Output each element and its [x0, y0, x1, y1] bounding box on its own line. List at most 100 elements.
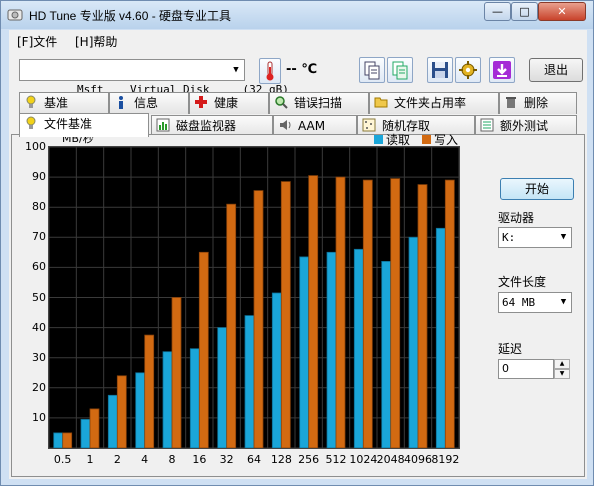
client-area: [F]文件 [H]帮助 Msft Virtual Disk (32 gB) ▼ … — [9, 30, 587, 479]
close-button[interactable]: ✕ — [538, 2, 586, 21]
tab-disk-monitor-label: 磁盘监视器 — [176, 119, 237, 133]
hdtune-app-icon — [7, 9, 23, 21]
bar-write — [308, 175, 319, 449]
bar-read — [189, 348, 200, 449]
y-tick-label: 100 — [25, 140, 46, 153]
speaker-icon — [280, 120, 291, 130]
bar-write — [444, 179, 455, 449]
x-tick-label: 128 — [270, 453, 292, 466]
drive-letter-dropdown[interactable]: K: ▼ — [498, 227, 572, 248]
bar-write — [280, 181, 291, 449]
save-button[interactable] — [427, 57, 453, 83]
maximize-button[interactable]: □ — [511, 2, 538, 21]
tab-health-label: 健康 — [214, 96, 239, 110]
delay-spinner: ▲ ▼ — [554, 359, 570, 379]
lightbulb-icon — [26, 95, 36, 108]
chevron-down-icon: ▼ — [233, 65, 239, 75]
bar-read — [135, 372, 146, 449]
bar-chart-icon — [156, 118, 170, 132]
bar-write — [226, 203, 237, 449]
bar-read — [299, 256, 310, 449]
copy-button[interactable] — [359, 57, 385, 83]
bar-read — [381, 261, 392, 449]
bar-write — [198, 251, 209, 449]
minimize-button[interactable]: — — [484, 2, 511, 21]
menu-file[interactable]: [F]文件 — [17, 33, 57, 50]
save-icon — [432, 62, 448, 78]
tab-info-label: 信息 — [134, 96, 159, 110]
legend-read-swatch — [374, 135, 383, 144]
x-tick-label: 2 — [113, 453, 121, 466]
drive-letter-value: K: — [502, 231, 516, 244]
tab-folder-usage-label: 文件夹占用率 — [394, 96, 467, 110]
exit-button[interactable]: 退出 — [529, 58, 583, 82]
temperature-button[interactable] — [259, 58, 281, 84]
x-tick-label: 2048 — [376, 453, 405, 466]
tab-erase[interactable]: 删除 — [499, 92, 577, 114]
spin-down-button[interactable]: ▼ — [554, 369, 570, 379]
tab-benchmark-label: 基准 — [44, 96, 69, 110]
bar-write — [417, 184, 428, 449]
window-title: HD Tune 专业版 v4.60 - 硬盘专业工具 — [29, 9, 232, 23]
bar-read — [326, 251, 337, 449]
legend-write-swatch — [422, 135, 431, 144]
bar-write — [144, 334, 155, 449]
tab-erase-label: 删除 — [524, 96, 549, 110]
drive-dropdown[interactable]: Msft Virtual Disk (32 gB) ▼ — [19, 59, 289, 96]
bar-read — [408, 236, 419, 449]
bar-read — [53, 432, 64, 449]
trash-icon — [506, 97, 516, 108]
y-tick-label: 90 — [32, 170, 46, 184]
x-tick-label: 512 — [325, 453, 347, 466]
menu-help[interactable]: [H]帮助 — [75, 33, 117, 50]
bar-write — [89, 408, 100, 449]
bar-read — [162, 351, 173, 449]
bar-read — [80, 418, 91, 449]
x-tick-label: 64 — [247, 453, 261, 466]
tab-benchmark[interactable]: 基准 — [19, 92, 109, 114]
bar-write — [253, 190, 264, 449]
copy-all-icon — [392, 61, 408, 80]
file-size-dropdown[interactable]: 64 MB ▼ — [498, 292, 572, 313]
bar-read — [107, 394, 118, 449]
drive-label: 驱动器 — [498, 211, 535, 225]
chevron-down-icon: ▼ — [560, 232, 567, 242]
x-tick-label: 8 — [168, 453, 176, 466]
bar-read — [271, 292, 282, 449]
bar-read — [244, 315, 255, 449]
copy-all-button[interactable] — [387, 57, 413, 83]
bar-write — [335, 176, 346, 449]
y-tick-label: 50 — [32, 290, 46, 304]
bar-chart-svg — [48, 146, 460, 449]
bar-write — [62, 432, 73, 449]
y-tick-label: 80 — [32, 200, 46, 214]
y-tick-label: 20 — [32, 380, 46, 394]
health-cross-icon — [195, 96, 207, 108]
folder-icon — [374, 97, 388, 108]
legend-write-label: 写入 — [434, 133, 459, 147]
x-tick-label: 8192 — [431, 453, 460, 466]
tab-file-benchmark[interactable]: 文件基准 — [19, 113, 149, 137]
x-tick-label: 1 — [86, 453, 94, 466]
delay-input[interactable]: 0 — [498, 359, 554, 379]
app-window: HD Tune 专业版 v4.60 - 硬盘专业工具 — □ ✕ [F]文件 [… — [0, 0, 594, 486]
spin-up-button[interactable]: ▲ — [554, 359, 570, 369]
bar-write — [390, 178, 401, 449]
y-tick-label: 40 — [32, 320, 46, 334]
download-icon — [493, 61, 511, 79]
magnifier-icon — [275, 96, 288, 109]
bar-read — [353, 248, 364, 449]
file-benchmark-panel: MB/秒 读取 写入 10 20 30 40 50 60 70 80 90 100 0.5 1 2 4 8… — [11, 132, 585, 477]
tab-info[interactable]: 信息 — [109, 92, 189, 114]
tab-health[interactable]: 健康 — [189, 92, 269, 114]
tab-error-scan[interactable]: 错误扫描 — [269, 92, 369, 114]
download-button[interactable] — [489, 57, 515, 83]
temperature-readout: -- ℃ — [286, 62, 318, 77]
title-bar[interactable]: HD Tune 专业版 v4.60 - 硬盘专业工具 — □ ✕ — [1, 1, 593, 29]
options-button[interactable] — [455, 57, 481, 83]
tab-error-scan-label: 错误扫描 — [294, 96, 343, 110]
tab-file-benchmark-label: 文件基准 — [44, 117, 93, 131]
tab-folder-usage[interactable]: 文件夹占用率 — [369, 92, 499, 114]
start-button[interactable]: 开始 — [500, 178, 574, 200]
y-tick-label: 30 — [32, 350, 46, 364]
